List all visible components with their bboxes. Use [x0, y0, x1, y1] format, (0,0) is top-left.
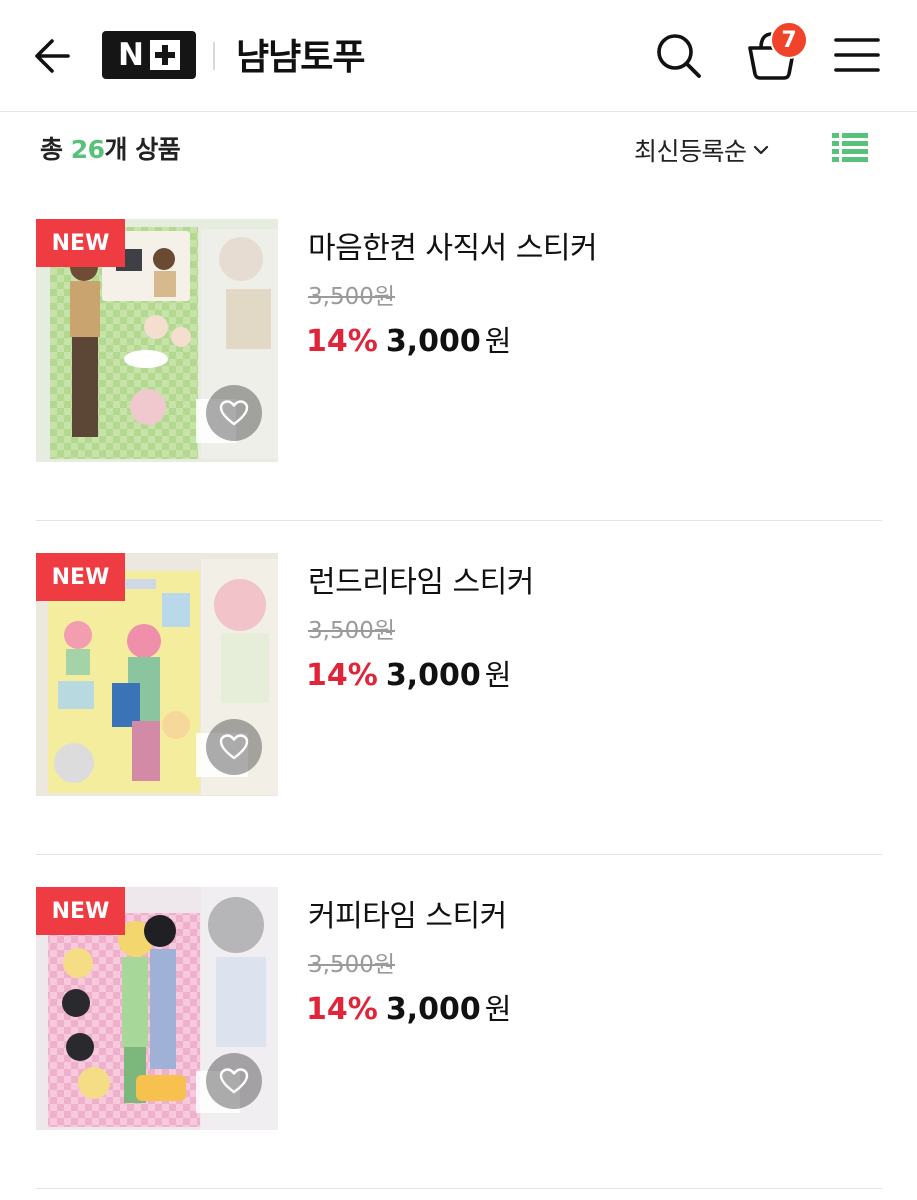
sort-label: 최신등록순: [634, 137, 747, 166]
count-suffix: 개 상품: [104, 135, 181, 164]
back-arrow-icon[interactable]: [28, 30, 80, 82]
new-badge: NEW: [36, 219, 125, 267]
logo-letter: N: [118, 37, 144, 73]
discount-rate: 14%: [306, 324, 378, 359]
currency-unit: 원: [484, 992, 512, 1026]
list-toolbar: 총 26개 상품 최신등록순: [0, 112, 917, 184]
divider: [213, 42, 215, 70]
product-card[interactable]: NEW 마음한켠 사직서 스티커 3,500원 14% 3,000 원: [36, 187, 882, 521]
sale-price-row: 14% 3,000 원: [306, 986, 511, 1028]
new-badge: NEW: [36, 553, 125, 601]
currency-unit: 원: [484, 658, 512, 692]
original-price: 3,500원: [308, 284, 396, 310]
sale-price-row: 14% 3,000 원: [306, 652, 511, 694]
sort-dropdown[interactable]: 최신등록순: [634, 132, 771, 168]
product-name[interactable]: 마음한켠 사직서 스티커: [308, 223, 598, 267]
wishlist-heart-icon[interactable]: [206, 1053, 262, 1109]
product-name[interactable]: 런드리타임 스티커: [308, 557, 534, 601]
discount-rate: 14%: [306, 658, 378, 693]
naver-plus-logo[interactable]: N: [102, 31, 196, 79]
sale-price: 3,000: [385, 658, 481, 693]
new-badge: NEW: [36, 887, 125, 935]
product-card[interactable]: NEW 런드리타임 스티커 3,500원 14% 3,000 원: [36, 521, 882, 855]
hamburger-menu-icon[interactable]: [834, 36, 880, 74]
original-price: 3,500원: [308, 952, 396, 978]
chevron-down-icon: [753, 145, 768, 155]
list-view-icon[interactable]: [832, 131, 868, 167]
original-price: 3,500원: [308, 618, 396, 644]
logo-plus-icon: [149, 40, 180, 70]
store-name[interactable]: 냠냠토푸: [236, 28, 365, 80]
product-card[interactable]: NEW 커피타임 스티커 3,500원 14% 3,000 원: [36, 855, 882, 1189]
currency-unit: 원: [484, 324, 512, 358]
discount-rate: 14%: [306, 992, 378, 1027]
search-icon[interactable]: [652, 29, 704, 81]
sale-price-row: 14% 3,000 원: [306, 318, 511, 360]
cart-count-badge: 7: [770, 21, 808, 59]
product-count: 총 26개 상품: [40, 130, 181, 166]
sale-price: 3,000: [385, 992, 481, 1027]
count-number: 26: [70, 135, 105, 164]
sale-price: 3,000: [385, 324, 481, 359]
top-app-bar: N 냠냠토푸 7: [0, 0, 917, 112]
product-name[interactable]: 커피타임 스티커: [308, 891, 507, 935]
wishlist-heart-icon[interactable]: [206, 719, 262, 775]
count-prefix: 총: [40, 135, 71, 164]
wishlist-heart-icon[interactable]: [206, 385, 262, 441]
